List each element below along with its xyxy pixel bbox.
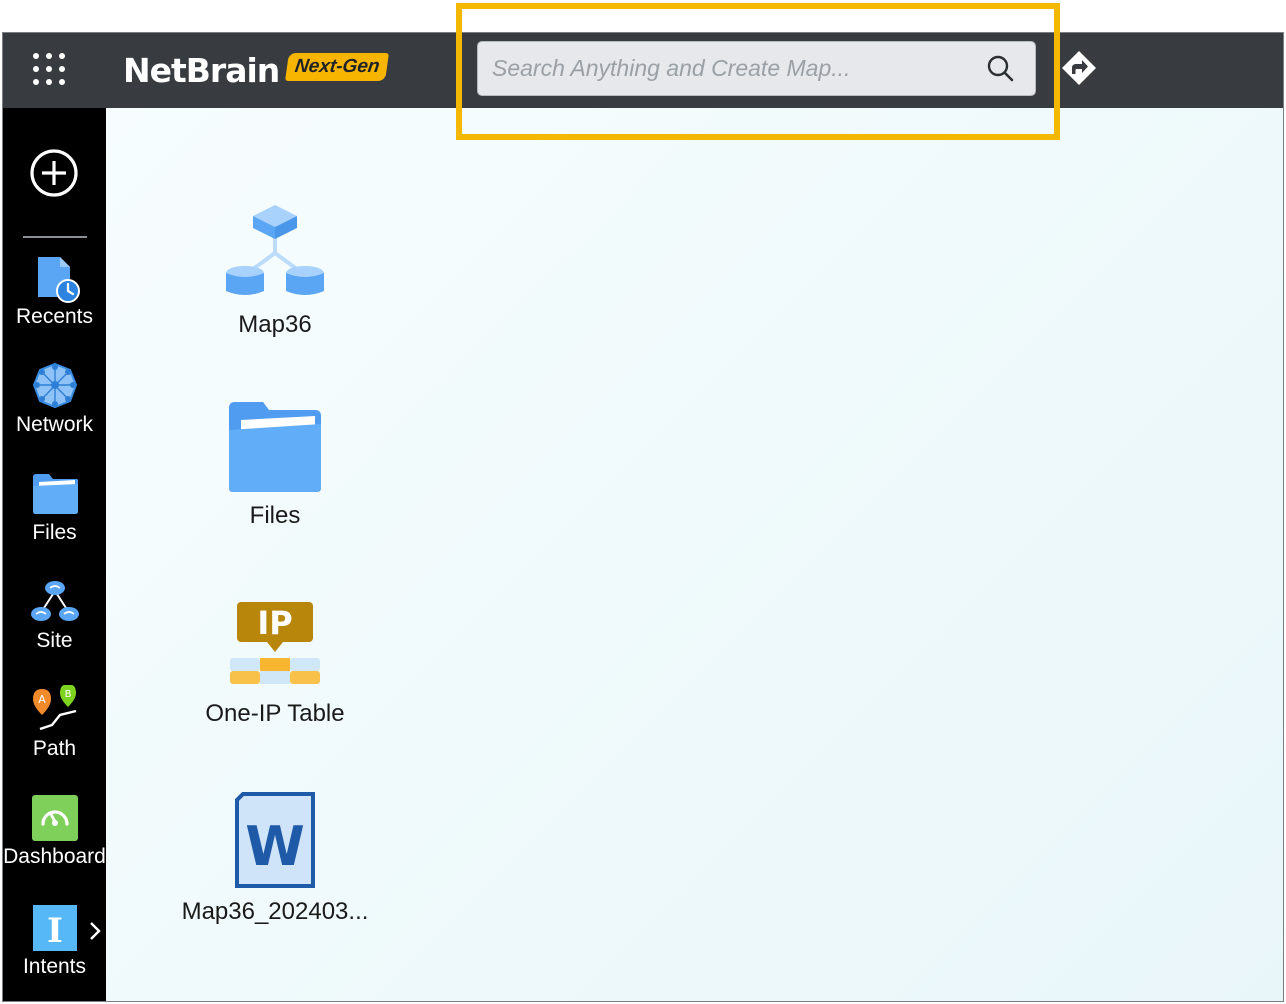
path-icon: A B — [32, 685, 76, 731]
sidebar-divider — [23, 236, 87, 238]
path-marker-b: B — [64, 689, 71, 700]
chevron-right-icon[interactable] — [87, 920, 103, 942]
add-circle-icon[interactable] — [29, 148, 79, 198]
logo-text: NetBrain — [123, 50, 280, 90]
sidebar-item-label: Dashboard — [3, 845, 106, 868]
sidebar: Recents Network Files Site A B Path Dash… — [3, 108, 106, 1001]
desktop-item-word-document[interactable]: W Map36_202403... — [155, 790, 395, 926]
search-input[interactable] — [492, 55, 985, 82]
app-window: NetBrain Next-Gen Search Anything and Cr… — [2, 32, 1284, 1002]
files-icon — [32, 474, 78, 514]
sidebar-item-path[interactable]: A B Path — [3, 685, 106, 761]
desktop-item-label: Files — [249, 502, 301, 529]
desktop-item-one-ip-table[interactable]: IP One-IP Table — [155, 600, 395, 728]
intents-glyph: I — [47, 911, 63, 951]
sidebar-item-recents[interactable]: Recents — [3, 253, 106, 329]
ip-glyph: IP — [257, 604, 292, 642]
recents-icon — [37, 257, 80, 303]
sidebar-item-label: Recents — [15, 305, 94, 328]
share-arrow-icon[interactable] — [1060, 49, 1098, 87]
desktop-area: Map36 Files IP One-IP Table W Map36_2024… — [106, 108, 1283, 1001]
network-icon — [32, 362, 77, 409]
sidebar-item-label: Network — [15, 413, 94, 436]
sidebar-item-site[interactable]: Site — [3, 577, 106, 653]
netbrain-logo[interactable]: NetBrain Next-Gen — [123, 49, 390, 91]
app-launcher-icon[interactable] — [33, 53, 69, 89]
search-icon[interactable] — [985, 53, 1017, 85]
top-bar: NetBrain Next-Gen — [3, 33, 1283, 108]
map-icon — [226, 205, 324, 295]
desktop-item-label: Map36 — [238, 311, 312, 338]
sidebar-item-label: Intents — [22, 955, 87, 978]
one-ip-table-icon: IP — [230, 602, 320, 684]
folder-icon — [229, 402, 321, 492]
logo-badge: Next-Gen — [285, 53, 390, 81]
intents-icon: I — [32, 905, 77, 951]
sidebar-item-network[interactable]: Network — [3, 361, 106, 437]
word-document-icon: W — [235, 792, 315, 888]
sidebar-item-label: Files — [32, 521, 77, 544]
word-glyph: W — [245, 815, 305, 878]
sidebar-item-label: Path — [32, 737, 77, 760]
search-bar[interactable] — [477, 41, 1036, 96]
desktop-item-label: One-IP Table — [205, 700, 345, 727]
path-marker-a: A — [38, 693, 46, 706]
desktop-item-label: Map36_202403... — [181, 898, 369, 925]
site-icon — [30, 581, 79, 621]
sidebar-item-dashboard[interactable]: Dashboard — [3, 793, 106, 869]
desktop-item-map36[interactable]: Map36 — [155, 203, 395, 339]
dashboard-icon — [31, 795, 78, 841]
sidebar-item-files[interactable]: Files — [3, 469, 106, 545]
sidebar-item-label: Site — [36, 629, 73, 652]
desktop-item-files[interactable]: Files — [155, 400, 395, 530]
